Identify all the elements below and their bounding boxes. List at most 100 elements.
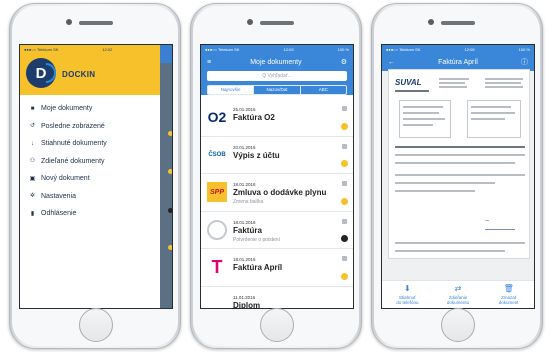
text-line	[395, 154, 525, 156]
o2-logo-icon: O2	[207, 109, 227, 125]
carrier-label: ●●●○○ Telekom SK	[205, 46, 240, 52]
search-input[interactable]: Q Vyhľadať...	[207, 71, 347, 81]
menu-item-novy-dokument[interactable]: ▣ Nový dokument	[20, 170, 160, 188]
page-title: Faktúra Apríl	[438, 58, 478, 66]
invoice-preview[interactable]: SUVAL ~	[388, 69, 530, 259]
tab-nazov[interactable]: Nazov/Dat	[254, 86, 301, 94]
detail-screen: ●●●○○ Telekom SK 12:05 100 % ← Faktúra A…	[381, 44, 535, 309]
text-line	[439, 82, 465, 84]
home-button[interactable]	[260, 308, 294, 342]
share-button[interactable]: ⇄ Zdieľanie dokumentu	[433, 281, 484, 308]
text-line	[439, 86, 467, 88]
text-line	[395, 90, 429, 92]
text-line	[395, 182, 495, 184]
download-button[interactable]: ⬇ Stiahnuť do telefónu	[382, 281, 433, 308]
list-item[interactable]: ČSOB 20.01.2016 Výpis z účtu	[201, 137, 353, 174]
text-line	[485, 86, 523, 88]
battery-label: 100 %	[518, 46, 530, 52]
spp-logo-icon: SPP	[207, 182, 227, 202]
text-line	[395, 190, 475, 192]
text-line	[471, 106, 511, 108]
history-icon: ↺	[29, 123, 36, 130]
signature: ~	[485, 218, 515, 230]
status-dot	[341, 272, 348, 280]
new-document-icon: ▣	[29, 175, 36, 182]
phone-document-detail: ●●●○○ Telekom SK 12:05 100 % ← Faktúra A…	[371, 3, 543, 349]
list-item[interactable]: 18.01.2016 Faktúra Potvrdenie o poistení	[201, 212, 353, 249]
phone-document-list: ●●●○○ Telekom SK 12:03 100 % ≡ Moje doku…	[190, 3, 362, 349]
battery-label: 100 %	[337, 46, 349, 52]
brand-name: DOCKIN	[62, 70, 96, 79]
navbar: ●●●○○ Telekom SK 12:03 100 % ≡ Moje doku…	[201, 45, 353, 95]
status-bar: ●●●○○ Telekom SK 12:02	[20, 45, 160, 53]
list-item[interactable]: T 18.01.2016 Faktúra Apríl	[201, 249, 353, 287]
dimmed-content[interactable]	[160, 45, 172, 308]
folder-icon: ■	[30, 105, 35, 112]
dimmed-navbar	[160, 45, 172, 63]
text-line	[485, 82, 521, 84]
camera	[66, 19, 72, 25]
drawer-menu: ■ Moje dokumenty ↺ Posledne zobrazené ↓ Sti…	[20, 95, 160, 223]
list-item[interactable]: SPP 18.01.2016 Zmluva o dodávke plynu Zm…	[201, 174, 353, 212]
document-type-icon	[342, 218, 347, 224]
home-button[interactable]	[79, 308, 113, 342]
menu-item-nastavenia[interactable]: ✲ Nastavenia	[20, 188, 160, 206]
status-dot	[168, 208, 172, 213]
page-title: Moje dokumenty	[250, 58, 302, 66]
text-line	[403, 112, 439, 114]
status-dot	[168, 169, 172, 174]
menu-item-posledne[interactable]: ↺ Posledne zobrazené	[20, 118, 160, 136]
status-dot	[341, 160, 348, 167]
speaker	[441, 21, 475, 25]
status-dot	[341, 197, 348, 205]
delete-button[interactable]: 🗑 Zmazať dokument	[483, 281, 534, 308]
back-arrow-icon[interactable]: ←	[388, 59, 395, 66]
carrier-label: ●●●○○ Telekom SK	[24, 46, 59, 52]
side-drawer: ●●●○○ Telekom SK 12:02 D DOCKIN ■ Moje do…	[20, 45, 160, 308]
list-item[interactable]: 11.01.2016 Diplom	[201, 287, 353, 309]
tab-abc[interactable]: ABC	[301, 86, 346, 94]
camera	[247, 19, 253, 25]
menu-item-moje-dokumenty[interactable]: ■ Moje dokumenty	[20, 100, 160, 118]
document-list: O2 25.01.2016 Faktúra O2 ČSOB 20.01.2016…	[201, 99, 353, 309]
filter-icon[interactable]: ⚙	[341, 58, 347, 66]
document-type-icon	[342, 256, 347, 261]
download-icon: ⬇	[403, 283, 411, 293]
text-line	[403, 118, 445, 120]
document-type-icon	[342, 106, 347, 111]
text-line	[395, 146, 525, 148]
info-icon[interactable]: ⓘ	[521, 57, 528, 67]
text-line	[403, 106, 443, 108]
time-label: 12:05	[464, 46, 475, 52]
menu-item-zdielane[interactable]: ⚇ Zdieľané dokumenty	[20, 153, 160, 171]
text-line	[439, 78, 469, 80]
speaker	[79, 21, 113, 25]
status-bar: ●●●○○ Telekom SK 12:03 100 %	[201, 45, 353, 53]
menu-item-odhlasenie[interactable]: ▮ Odhlásenie	[20, 205, 160, 223]
status-dot	[341, 122, 348, 130]
company-logo: SUVAL	[395, 78, 422, 87]
carrier-label: ●●●○○ Telekom SK	[386, 46, 421, 52]
title-row: ≡ Moje dokumenty ⚙	[201, 53, 353, 71]
download-icon: ↓	[31, 140, 34, 147]
home-button[interactable]	[441, 308, 475, 342]
status-bar: ●●●○○ Telekom SK 12:05 100 %	[382, 45, 534, 53]
hamburger-icon[interactable]: ≡	[207, 59, 211, 66]
app-screenshots: ●●●○○ Telekom SK 12:02 D DOCKIN ■ Moje do…	[0, 0, 552, 352]
gear-icon: ✲	[29, 193, 36, 200]
text-line	[471, 118, 505, 120]
tab-najnovsie[interactable]: Najnovšie	[208, 86, 255, 94]
speaker	[260, 21, 294, 25]
logout-icon: ▮	[30, 210, 35, 217]
text-line	[471, 112, 515, 114]
status-dot	[168, 245, 172, 250]
telekom-logo-icon: T	[211, 256, 223, 277]
placeholder-logo-icon	[207, 219, 227, 240]
text-line	[395, 174, 525, 176]
drawer-header: ●●●○○ Telekom SK 12:02 D DOCKIN	[20, 45, 160, 95]
list-item[interactable]: O2 25.01.2016 Faktúra O2	[201, 99, 353, 137]
list-screen: ●●●○○ Telekom SK 12:03 100 % ≡ Moje doku…	[200, 44, 354, 309]
document-type-icon	[342, 181, 347, 186]
menu-item-stiahnute[interactable]: ↓ Stiahnuté dokumenty	[20, 135, 160, 153]
status-dot	[341, 235, 348, 242]
